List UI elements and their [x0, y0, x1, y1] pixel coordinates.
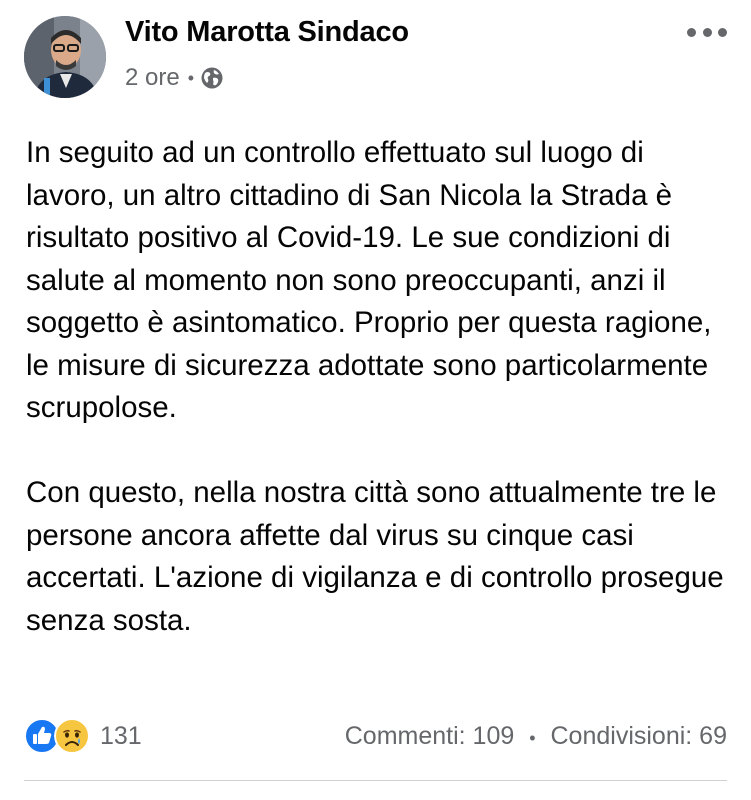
more-dot-icon: [687, 27, 696, 37]
post-card: Vito Marotta Sindaco 2 ore • In seguito …: [0, 0, 751, 800]
author-name[interactable]: Vito Marotta Sindaco: [125, 16, 409, 49]
post-meta: 2 ore •: [125, 64, 224, 92]
avatar[interactable]: [24, 16, 106, 98]
post-stats: Commenti: 109 • Condivisioni: 69: [345, 722, 727, 751]
shares-count[interactable]: Condivisioni: 69: [551, 722, 728, 750]
reactions-summary[interactable]: 131: [24, 718, 142, 754]
post-footer: 131 Commenti: 109 • Condivisioni: 69: [24, 718, 727, 758]
globe-icon[interactable]: [200, 66, 224, 90]
more-dot-icon: [702, 27, 712, 37]
post-header: Vito Marotta Sindaco 2 ore •: [24, 16, 727, 102]
post-text: In seguito ad un controllo effettuato su…: [26, 132, 731, 642]
more-dot-icon: [718, 27, 727, 37]
post-time[interactable]: 2 ore: [125, 64, 180, 92]
post-paragraph: In seguito ad un controllo effettuato su…: [26, 136, 712, 424]
reaction-count: 131: [100, 721, 142, 750]
stats-separator: •: [529, 728, 536, 748]
footer-divider: [24, 780, 727, 781]
post-paragraph: Con questo, nella nostra città sono attu…: [26, 476, 724, 637]
meta-separator: •: [187, 67, 195, 88]
avatar-image: [24, 16, 106, 98]
sad-icon: [54, 718, 90, 754]
more-options-button[interactable]: [687, 20, 727, 44]
comments-count[interactable]: Commenti: 109: [345, 722, 515, 750]
